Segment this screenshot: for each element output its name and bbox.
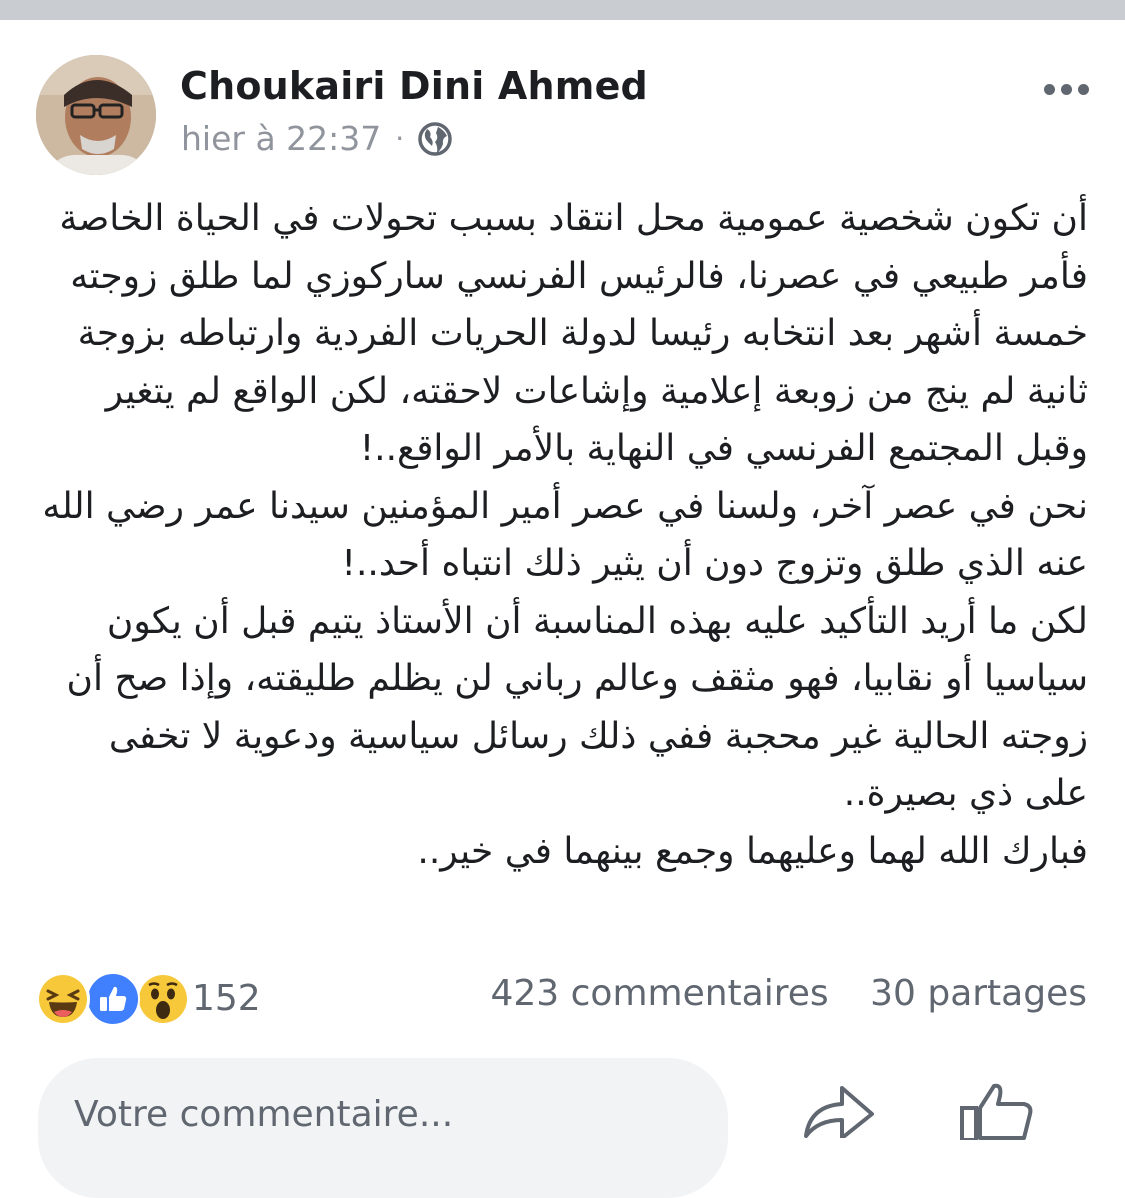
top-divider-bar [0,0,1125,20]
shares-count-link[interactable]: 30 partages [870,973,1087,1014]
more-dot-icon [1078,84,1089,95]
author-name[interactable]: Choukairi Dini Ahmed [180,64,648,108]
more-dot-icon [1044,84,1055,95]
comment-input[interactable]: Votre commentaire... [38,1058,728,1198]
like-button-icon[interactable] [958,1080,1038,1144]
reaction-icons [36,972,190,1026]
engagement-counts: 423 commentaires 30 partages [490,973,1087,1014]
more-dot-icon [1061,84,1072,95]
avatar[interactable] [36,55,156,175]
reactions-count[interactable]: 152 [192,978,261,1019]
avatar-image [36,55,156,175]
like-icon [86,972,140,1026]
meta-separator: · [395,122,405,155]
wow-icon [136,972,190,1026]
share-icon[interactable] [800,1078,880,1142]
post-paragraph: لكن ما أريد التأكيد عليه بهذه المناسبة أ… [66,600,1088,815]
globe-icon [416,120,454,158]
post-paragraph: نحن في عصر آخر، ولسنا في عصر أمير المؤمن… [42,485,1088,585]
post-body: أن تكون شخصية عمومية محل انتقاد بسبب تحو… [36,190,1088,880]
post-timestamp[interactable]: hier à 22:37 [181,119,381,158]
reactions-summary[interactable]: 152 [36,970,261,1026]
post-meta: hier à 22:37 · [181,119,454,158]
post-paragraph: أن تكون شخصية عمومية محل انتقاد بسبب تحو… [59,198,1088,469]
post-paragraph: فبارك الله لهما وعليهما وجمع بينهما في خ… [417,830,1088,872]
comment-placeholder: Votre commentaire... [74,1094,454,1135]
haha-icon [36,972,90,1026]
comments-count-link[interactable]: 423 commentaires [490,973,828,1014]
more-options-button[interactable] [1044,84,1089,95]
